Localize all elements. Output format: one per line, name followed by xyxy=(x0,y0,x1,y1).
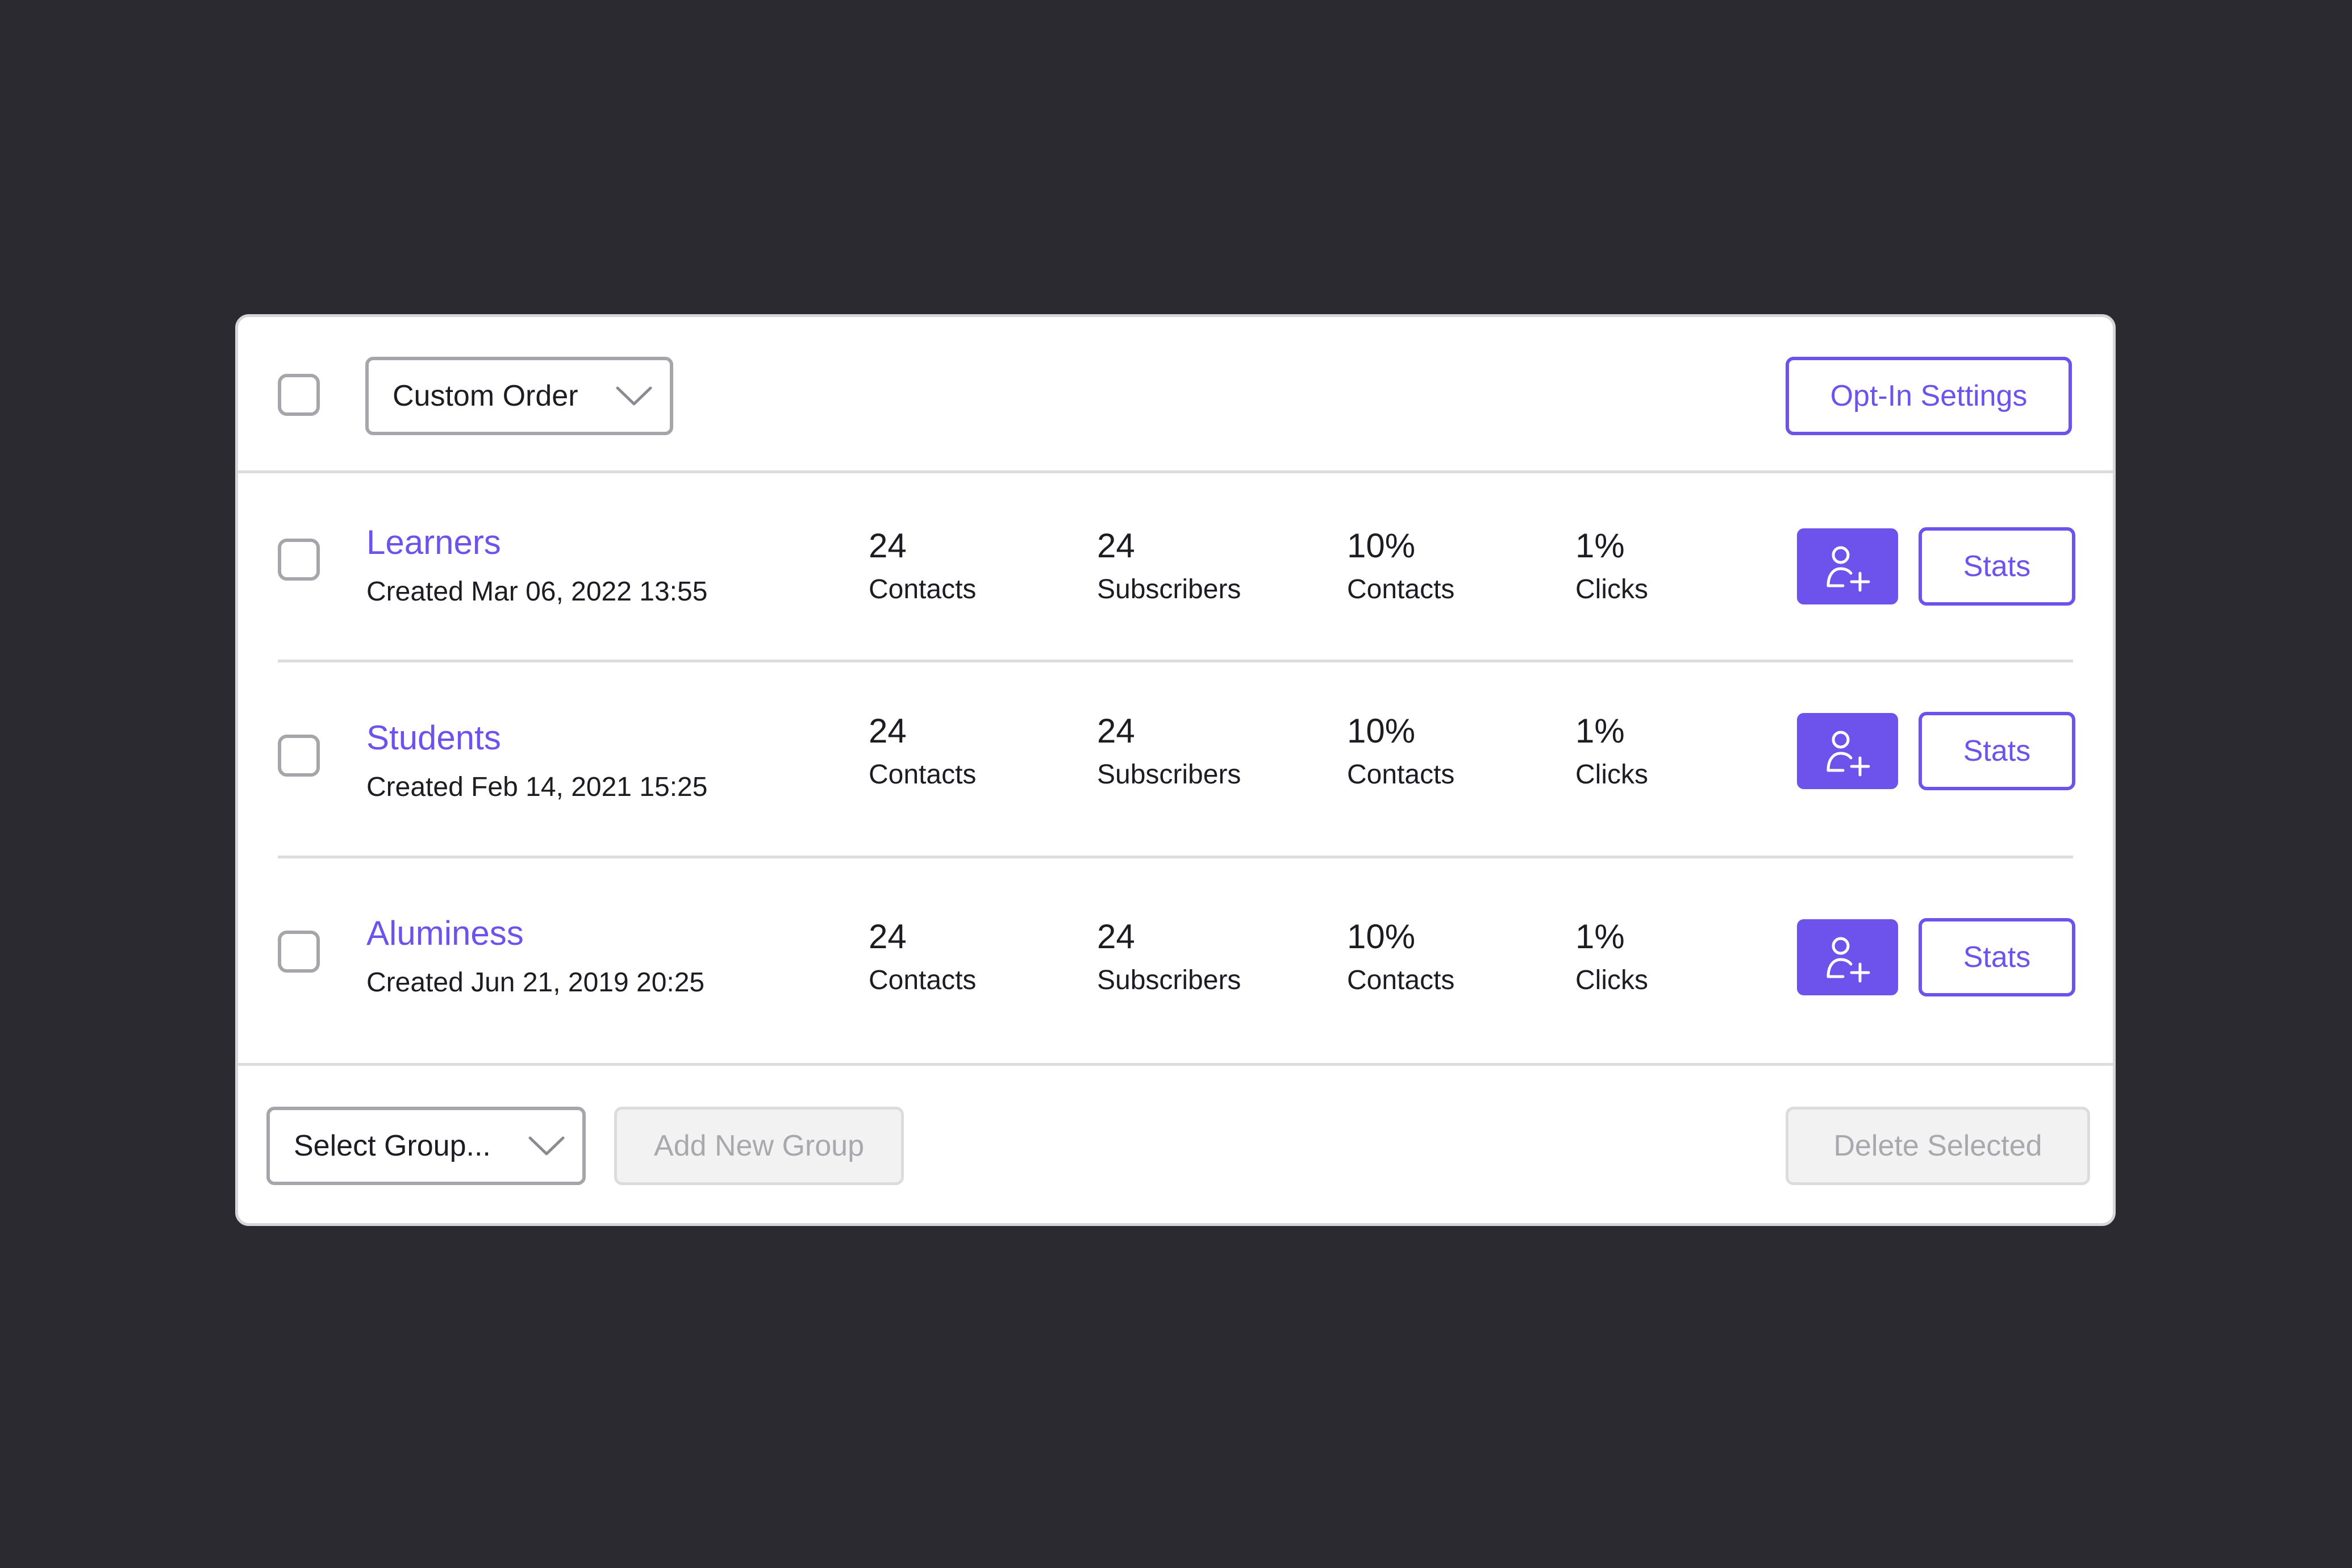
stats-button[interactable]: Stats xyxy=(1919,527,2075,606)
sort-order-dropdown[interactable]: Custom Order xyxy=(365,357,673,435)
user-plus-icon xyxy=(1826,937,1870,983)
chevron-down-icon xyxy=(616,386,652,406)
contacts-label: Contacts xyxy=(869,965,977,995)
opt-in-settings-button[interactable]: Opt-In Settings xyxy=(1786,357,2072,435)
chevron-down-icon xyxy=(528,1136,565,1156)
contacts-rate: 10% xyxy=(1347,712,1416,750)
add-contact-button[interactable] xyxy=(1797,528,1898,604)
contacts-count: 24 xyxy=(869,712,907,750)
subscribers-count: 24 xyxy=(1097,918,1135,956)
group-name-link[interactable]: Learners xyxy=(366,523,501,562)
user-plus-icon xyxy=(1826,546,1870,592)
contacts-rate-label: Contacts xyxy=(1347,574,1455,604)
clicks-label: Clicks xyxy=(1575,965,1648,995)
row-checkbox[interactable] xyxy=(278,539,320,581)
row-divider xyxy=(278,856,2073,858)
select-all-checkbox[interactable] xyxy=(278,374,320,416)
sort-order-label: Custom Order xyxy=(393,380,578,412)
add-new-group-button[interactable]: Add New Group xyxy=(614,1107,904,1185)
subscribers-label: Subscribers xyxy=(1097,965,1241,995)
contacts-label: Contacts xyxy=(869,760,977,790)
subscribers-label: Subscribers xyxy=(1097,574,1241,604)
stats-button[interactable]: Stats xyxy=(1919,712,2075,790)
row-checkbox[interactable] xyxy=(278,735,320,777)
contacts-count: 24 xyxy=(869,918,907,956)
contacts-label: Contacts xyxy=(869,574,977,604)
group-created-date: Created Mar 06, 2022 13:55 xyxy=(366,577,708,607)
select-group-label: Select Group... xyxy=(294,1129,491,1162)
row-checkbox[interactable] xyxy=(278,931,320,973)
contacts-rate-label: Contacts xyxy=(1347,965,1455,995)
stats-button[interactable]: Stats xyxy=(1919,918,2075,996)
add-contact-button[interactable] xyxy=(1797,713,1898,789)
user-plus-icon xyxy=(1826,731,1870,777)
group-created-date: Created Jun 21, 2019 20:25 xyxy=(366,968,705,998)
contacts-rate: 10% xyxy=(1347,527,1416,565)
clicks-label: Clicks xyxy=(1575,760,1648,790)
select-group-dropdown[interactable]: Select Group... xyxy=(266,1107,586,1185)
delete-selected-button[interactable]: Delete Selected xyxy=(1786,1107,2090,1185)
groups-panel: Custom Order Opt-In Settings Learners Cr… xyxy=(235,314,2116,1226)
group-name-link[interactable]: Aluminess xyxy=(366,914,524,953)
clicks-rate: 1% xyxy=(1575,527,1625,565)
clicks-rate: 1% xyxy=(1575,712,1625,750)
clicks-label: Clicks xyxy=(1575,574,1648,604)
footer-divider xyxy=(238,1063,2113,1066)
header-divider xyxy=(238,470,2113,473)
clicks-rate: 1% xyxy=(1575,918,1625,956)
group-created-date: Created Feb 14, 2021 15:25 xyxy=(366,772,708,802)
add-contact-button[interactable] xyxy=(1797,919,1898,995)
contacts-rate: 10% xyxy=(1347,918,1416,956)
contacts-count: 24 xyxy=(869,527,907,565)
subscribers-label: Subscribers xyxy=(1097,760,1241,790)
row-divider xyxy=(278,660,2073,662)
subscribers-count: 24 xyxy=(1097,527,1135,565)
contacts-rate-label: Contacts xyxy=(1347,760,1455,790)
subscribers-count: 24 xyxy=(1097,712,1135,750)
group-name-link[interactable]: Students xyxy=(366,718,501,757)
